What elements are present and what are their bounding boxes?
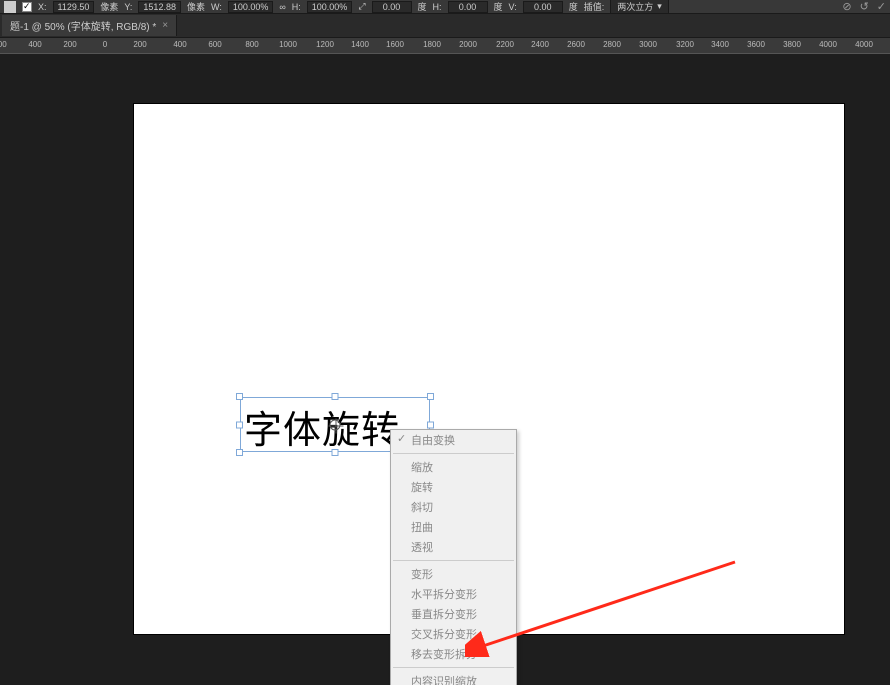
workspace: 字体旋转 自由变换 缩放 旋转 斜切 扭曲 透视 变形 水平拆分变形 垂直拆分变…	[0, 54, 890, 685]
ruler-tick: 1000	[279, 40, 297, 49]
ruler-tick: 2600	[567, 40, 585, 49]
menu-rotate[interactable]: 旋转	[391, 477, 516, 497]
tab-title: 题-1 @ 50% (字体旋转, RGB/8) *	[10, 18, 156, 33]
menu-divider	[393, 453, 514, 454]
interp-value: 两次立方	[617, 0, 653, 13]
ruler-tick: 1400	[351, 40, 369, 49]
h-input[interactable]: 100.00%	[307, 1, 353, 13]
x-input[interactable]: 1129.50	[53, 1, 95, 13]
hskew-label: H:	[433, 2, 442, 12]
chevron-down-icon: ▾	[657, 1, 662, 12]
hskew-unit: 度	[494, 0, 503, 13]
menu-content-aware[interactable]: 内容识别缩放	[391, 671, 516, 685]
x-label: X:	[38, 2, 47, 12]
handle-top-mid[interactable]	[332, 393, 339, 400]
menu-free-transform[interactable]: 自由变换	[391, 430, 516, 450]
reference-point-icon[interactable]	[4, 1, 16, 13]
ruler-tick: 600	[208, 40, 221, 49]
menu-distort[interactable]: 扭曲	[391, 517, 516, 537]
ruler-tick: 2400	[531, 40, 549, 49]
ruler-tick: 200	[133, 40, 146, 49]
document-tab[interactable]: 题-1 @ 50% (字体旋转, RGB/8) * ×	[2, 15, 177, 36]
ruler-tick: 600	[0, 40, 7, 49]
interp-label: 插值:	[584, 0, 605, 13]
ruler-tick: 1600	[386, 40, 404, 49]
commit-icons: ⊘ ↺ ✓	[842, 0, 886, 13]
menu-divider	[393, 560, 514, 561]
ruler-tick: 0	[103, 40, 107, 49]
cancel-icon[interactable]: ⊘	[842, 0, 851, 13]
reference-toggle[interactable]	[22, 2, 32, 12]
menu-split-cross[interactable]: 交叉拆分变形	[391, 624, 516, 644]
ruler-tick: 800	[245, 40, 258, 49]
commit-icon[interactable]: ✓	[877, 0, 886, 13]
horizontal-ruler: 6004002000200400600800100012001400160018…	[0, 38, 890, 54]
menu-scale[interactable]: 缩放	[391, 457, 516, 477]
vskew-unit: 度	[569, 0, 578, 13]
menu-remove-split[interactable]: 移去变形拆分	[391, 644, 516, 664]
h-label: H:	[292, 2, 301, 12]
ruler-tick: 1200	[316, 40, 334, 49]
ruler-tick: 2000	[459, 40, 477, 49]
angle-input[interactable]: 0.00	[372, 1, 412, 13]
handle-bottom-left[interactable]	[236, 449, 243, 456]
ruler-tick: 4000	[819, 40, 837, 49]
menu-divider	[393, 667, 514, 668]
vskew-label: V:	[509, 2, 517, 12]
interpolation-dropdown[interactable]: 两次立方 ▾	[610, 0, 669, 14]
menu-perspective[interactable]: 透视	[391, 537, 516, 557]
ruler-tick: 2800	[603, 40, 621, 49]
ruler-tick: 3400	[711, 40, 729, 49]
pivot-point-icon[interactable]	[330, 419, 341, 430]
menu-warp[interactable]: 变形	[391, 564, 516, 584]
options-bar: X: 1129.50 像素 Y: 1512.88 像素 W: 100.00% ∞…	[0, 0, 890, 14]
ruler-tick: 3000	[639, 40, 657, 49]
menu-split-h[interactable]: 水平拆分变形	[391, 584, 516, 604]
document-tab-bar: 题-1 @ 50% (字体旋转, RGB/8) * ×	[0, 14, 890, 38]
ruler-tick: 200	[63, 40, 76, 49]
w-label: W:	[211, 2, 222, 12]
reset-icon[interactable]: ↺	[860, 0, 869, 13]
ruler-tick: 3800	[783, 40, 801, 49]
x-unit: 像素	[100, 0, 118, 13]
menu-skew[interactable]: 斜切	[391, 497, 516, 517]
y-input[interactable]: 1512.88	[138, 1, 181, 13]
angle-icon: ⤢	[358, 1, 365, 12]
ruler-tick: 400	[28, 40, 41, 49]
angle-unit: 度	[418, 0, 427, 13]
ruler-tick: 2200	[496, 40, 514, 49]
link-icon[interactable]: ∞	[279, 2, 285, 12]
ruler-tick: 3600	[747, 40, 765, 49]
y-unit: 像素	[187, 0, 205, 13]
menu-split-v[interactable]: 垂直拆分变形	[391, 604, 516, 624]
vskew-input[interactable]: 0.00	[523, 1, 563, 13]
ruler-tick: 4000	[855, 40, 873, 49]
ruler-tick: 1800	[423, 40, 441, 49]
handle-mid-right[interactable]	[427, 421, 434, 428]
handle-top-left[interactable]	[236, 393, 243, 400]
y-label: Y:	[124, 2, 132, 12]
handle-bottom-mid[interactable]	[332, 449, 339, 456]
transform-context-menu: 自由变换 缩放 旋转 斜切 扭曲 透视 变形 水平拆分变形 垂直拆分变形 交叉拆…	[390, 429, 517, 685]
ruler-tick: 400	[173, 40, 186, 49]
w-input[interactable]: 100.00%	[228, 1, 274, 13]
hskew-input[interactable]: 0.00	[448, 1, 488, 13]
ruler-tick: 3200	[676, 40, 694, 49]
close-icon[interactable]: ×	[162, 20, 168, 31]
handle-mid-left[interactable]	[236, 421, 243, 428]
handle-top-right[interactable]	[427, 393, 434, 400]
